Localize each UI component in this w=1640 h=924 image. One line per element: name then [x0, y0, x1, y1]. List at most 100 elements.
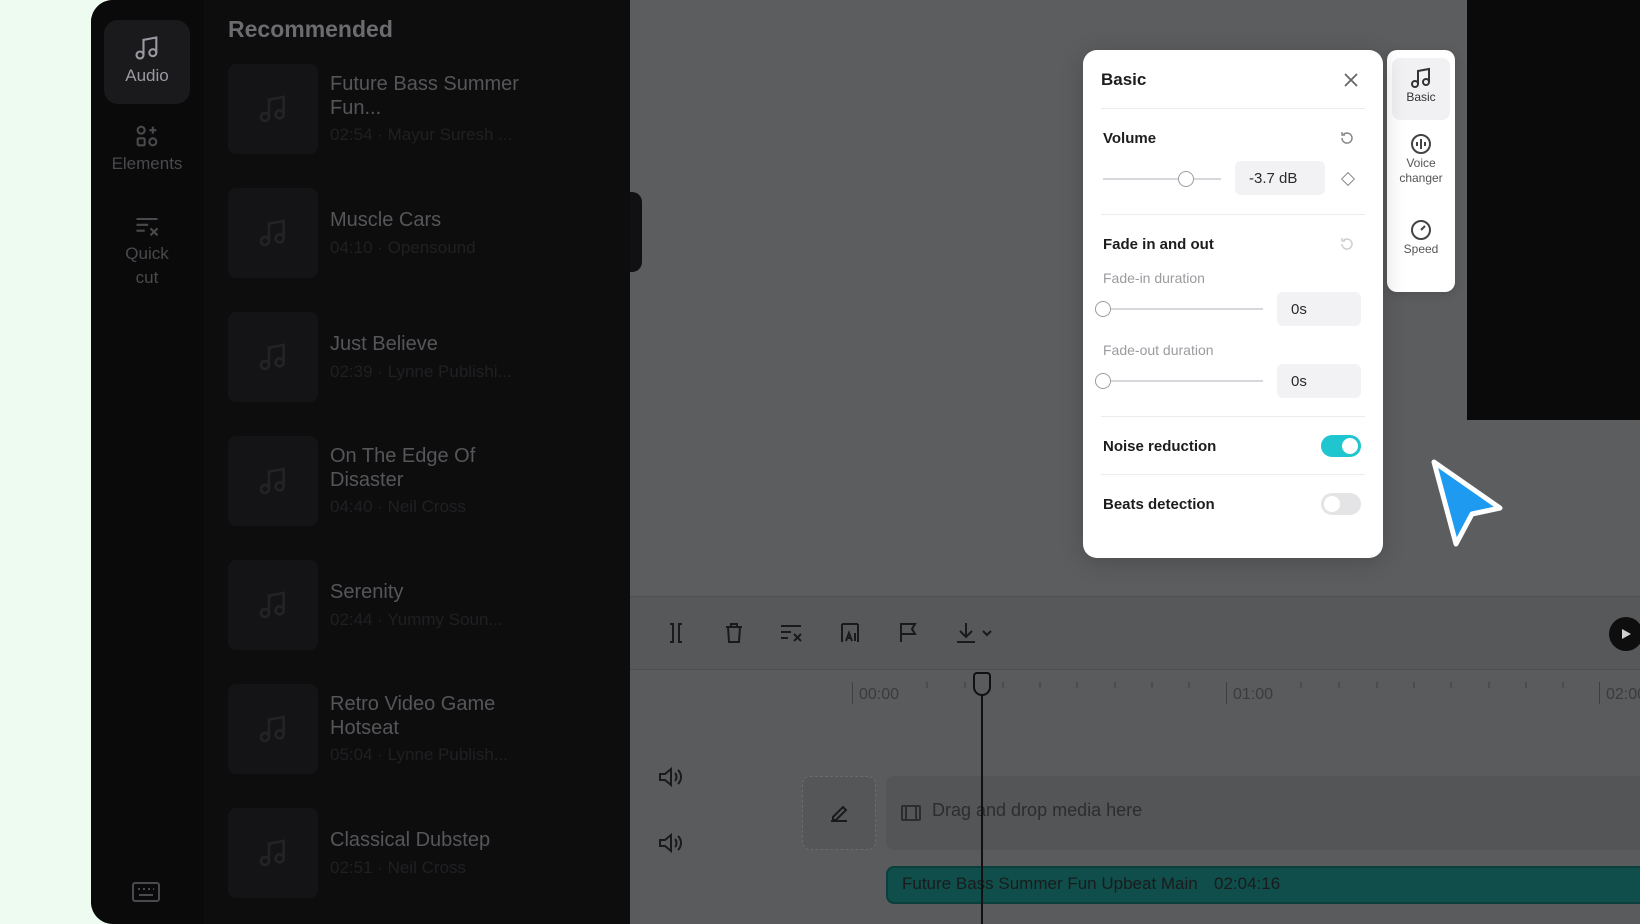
- reset-icon[interactable]: [1339, 236, 1355, 252]
- volume-icon[interactable]: [655, 828, 685, 858]
- list-item[interactable]: On The Edge Of Disaster 04:40 · Neil Cro…: [228, 436, 628, 528]
- ruler-tick: [1114, 682, 1116, 688]
- timeline[interactable]: 00:00 01:00 02:00: [630, 670, 1640, 924]
- tab-basic[interactable]: Basic: [1392, 58, 1450, 120]
- music-note-icon: [259, 591, 285, 619]
- ruler-tick: [1039, 682, 1041, 688]
- list-item[interactable]: Muscle Cars 04:10 · Opensound: [228, 188, 628, 280]
- panel-title: Basic: [1101, 70, 1147, 89]
- rail-item-label: Audio: [125, 66, 169, 85]
- rail-item-quick-cut[interactable]: Quick cut: [104, 212, 190, 290]
- ruler-tick: [1599, 682, 1600, 704]
- music-note-icon: [259, 467, 285, 495]
- noise-reduction-label: Noise reduction: [1103, 438, 1217, 455]
- property-tabs: Basic Voice changer Speed: [1387, 50, 1455, 292]
- music-note-icon: [259, 95, 285, 123]
- track-meta: 02:44 · Yummy Soun...: [330, 610, 503, 629]
- ruler-label: 01:00: [1233, 686, 1274, 703]
- close-icon[interactable]: [1343, 72, 1359, 88]
- quick-cut-button[interactable]: [776, 617, 808, 649]
- delete-icon: [726, 623, 742, 643]
- music-note-icon: [135, 36, 158, 60]
- beats-detection-toggle[interactable]: [1321, 493, 1361, 515]
- reset-icon[interactable]: [1339, 130, 1355, 146]
- track-meta: 05:04 · Lynne Publish...: [330, 745, 508, 764]
- volume-label: Volume: [1103, 130, 1157, 147]
- play-icon: [1622, 629, 1631, 639]
- track-thumbnail: [228, 808, 318, 898]
- ruler-tick: [1525, 682, 1527, 688]
- edit-placeholder-button[interactable]: [802, 776, 876, 850]
- fade-in-slider-handle[interactable]: [1095, 301, 1111, 317]
- rail-item-label: Elements: [111, 154, 183, 173]
- rail-item-label: Quick cut: [125, 244, 169, 287]
- track-name: Classical Dubstep: [330, 829, 491, 851]
- flag-icon: [900, 623, 917, 642]
- audio-list-panel: Recommended Future Bass Summer Fun... 02…: [204, 0, 630, 924]
- noise-reduction-toggle[interactable]: [1321, 435, 1361, 457]
- clip-name: Future Bass Summer Fun Upbeat Main: [902, 874, 1198, 893]
- quick-cut-icon: [781, 625, 802, 642]
- clip-duration: 02:04:16: [1214, 874, 1281, 893]
- volume-icon[interactable]: [655, 762, 685, 792]
- music-note-icon: [259, 343, 285, 371]
- list-item[interactable]: Serenity 02:44 · Yummy Soun...: [228, 560, 628, 652]
- fade-in-value-field[interactable]: 0s: [1277, 292, 1361, 326]
- ai-button[interactable]: [834, 617, 866, 649]
- track-meta: 04:10 · Opensound: [330, 238, 476, 257]
- ruler-tick: [1076, 682, 1078, 688]
- ruler-tick: [1488, 682, 1490, 688]
- audio-clip[interactable]: Future Bass Summer Fun Upbeat Main 02:04…: [886, 866, 1640, 904]
- divider: [1101, 214, 1365, 215]
- track-meta: 02:54 · Mayur Suresh ...: [330, 125, 513, 144]
- playhead-handle[interactable]: [973, 672, 991, 696]
- keyframe-icon[interactable]: [1340, 171, 1356, 187]
- list-item[interactable]: Retro Video Game Hotseat 05:04 · Lynne P…: [228, 684, 628, 776]
- volume-value-field[interactable]: -3.7 dB: [1235, 161, 1325, 195]
- ruler-tick: [964, 682, 966, 688]
- media-drop-zone[interactable]: Drag and drop media here: [886, 776, 1640, 850]
- panel-collapse-handle[interactable]: [630, 192, 642, 272]
- split-icon: [670, 623, 682, 643]
- rail-item-elements[interactable]: Elements: [104, 122, 190, 176]
- left-rail: Audio Elements Quick cut: [91, 0, 204, 924]
- divider: [1101, 474, 1365, 475]
- fade-out-slider-track[interactable]: [1103, 380, 1263, 382]
- music-note-icon: [259, 219, 285, 247]
- track-name: Serenity: [330, 581, 404, 603]
- volume-slider-handle[interactable]: [1177, 171, 1194, 187]
- fade-out-value-field[interactable]: 0s: [1277, 364, 1361, 398]
- fade-in-slider-track[interactable]: [1103, 308, 1263, 310]
- list-item[interactable]: Future Bass Summer Fun... 02:54 · Mayur …: [228, 64, 628, 156]
- film-icon: [901, 805, 921, 821]
- list-item[interactable]: Classical Dubstep 02:51 · Neil Cross: [228, 808, 628, 900]
- track-name: Future Bass Summer Fun...: [330, 73, 519, 119]
- split-button[interactable]: [660, 617, 692, 649]
- voice-changer-icon: [1411, 134, 1431, 154]
- ruler-label: 02:00: [1606, 686, 1640, 703]
- export-button[interactable]: [950, 617, 998, 649]
- delete-button[interactable]: [718, 617, 750, 649]
- elements-icon: [136, 125, 158, 147]
- keyboard-icon[interactable]: [131, 880, 161, 906]
- track-name: Just Believe: [330, 333, 438, 355]
- speed-icon: [1411, 220, 1431, 240]
- play-button[interactable]: [1609, 617, 1640, 651]
- volume-slider-track[interactable]: [1103, 178, 1221, 180]
- tab-speed[interactable]: Speed: [1392, 218, 1450, 257]
- ruler-tick: [1188, 682, 1190, 688]
- marker-button[interactable]: [892, 617, 924, 649]
- divider: [1101, 416, 1365, 417]
- tab-voice-changer[interactable]: Voice changer: [1392, 132, 1450, 186]
- ruler-label: 00:00: [859, 686, 900, 703]
- track-name: On The Edge Of Disaster: [330, 445, 476, 491]
- fade-out-slider-handle[interactable]: [1095, 373, 1111, 389]
- list-item[interactable]: Just Believe 02:39 · Lynne Publishi...: [228, 312, 628, 404]
- track-thumbnail: [228, 684, 318, 774]
- mouse-cursor-icon: [1431, 459, 1503, 547]
- track-thumbnail: [228, 312, 318, 402]
- preview-canvas: [1467, 0, 1640, 420]
- track-name: Muscle Cars: [330, 209, 442, 231]
- timeline-toolbar: [630, 596, 1640, 670]
- rail-item-audio[interactable]: Audio: [104, 20, 190, 104]
